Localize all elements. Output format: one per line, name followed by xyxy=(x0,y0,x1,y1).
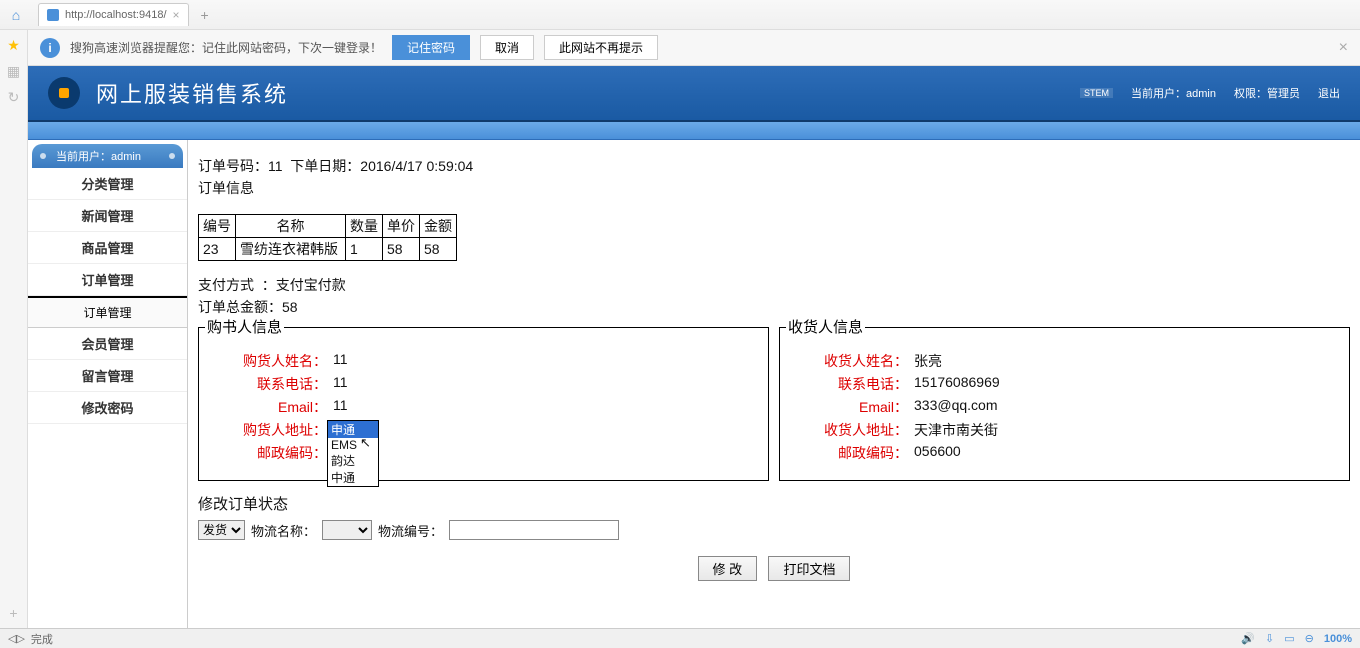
zoom-level: 100% xyxy=(1324,633,1352,645)
app-header: 网上服装销售系统 STEM 当前用户：admin 权限：管理员 退出 xyxy=(28,66,1360,122)
app-title: 网上服装销售系统 xyxy=(96,77,288,109)
col-price: 单价 xyxy=(383,215,420,238)
dropdown-option[interactable]: 中通 xyxy=(328,469,378,486)
col-amount: 金额 xyxy=(420,215,457,238)
browser-tab-bar: ⌂ http://localhost:9418/ × + xyxy=(0,0,1360,30)
remember-password-button[interactable]: 记住密码 xyxy=(392,35,470,60)
order-items-table: 编号 名称 数量 单价 金额 23 雪纺连衣裙韩版 1 58 58 xyxy=(198,214,457,261)
payment-method: 支付方式 ：支付宝付款 xyxy=(198,275,1350,295)
col-name: 名称 xyxy=(236,215,346,238)
never-prompt-button[interactable]: 此网站不再提示 xyxy=(544,35,658,60)
info-icon: i xyxy=(40,38,60,58)
sidebar-item-news[interactable]: 新闻管理 xyxy=(28,200,187,232)
receiver-legend: 收货人信息 xyxy=(786,316,865,337)
sidebar-subitem-order[interactable]: 订单管理 xyxy=(28,296,187,328)
download-icon[interactable]: ⇩ xyxy=(1265,632,1274,645)
page-icon xyxy=(47,9,59,21)
subheader-bar xyxy=(28,122,1360,140)
dropdown-option[interactable]: EMS xyxy=(328,438,378,452)
zoom-out-icon[interactable]: ⊖ xyxy=(1305,632,1314,645)
close-icon[interactable]: × xyxy=(1339,39,1348,57)
role: 权限：管理员 xyxy=(1234,85,1300,101)
sidebar-item-order[interactable]: 订单管理 xyxy=(28,264,187,296)
buyer-legend: 购书人信息 xyxy=(205,316,284,337)
tab-url: http://localhost:9418/ xyxy=(65,9,167,21)
sidebar-item-category[interactable]: 分类管理 xyxy=(28,168,187,200)
logout-link[interactable]: 退出 xyxy=(1318,85,1340,101)
back-forward-icon[interactable]: ◁▷ xyxy=(8,632,25,645)
history-icon[interactable]: ↻ xyxy=(5,88,23,106)
logistics-dropdown-list[interactable]: 申通 EMS 韵达 中通 ↖ xyxy=(327,420,379,487)
col-qty: 数量 xyxy=(346,215,383,238)
browser-tab[interactable]: http://localhost:9418/ × xyxy=(38,3,189,26)
order-total: 订单总金额：58 xyxy=(198,297,1350,317)
password-infobar: i 搜狗高速浏览器提醒您：记住此网站密码，下次一键登录！ 记住密码 取消 此网站… xyxy=(28,30,1360,66)
status-bar: ◁▷ 完成 🔊 ⇩ ▭ ⊖ 100% xyxy=(0,628,1360,648)
print-button[interactable]: 打印文档 xyxy=(768,556,850,581)
modify-button[interactable]: 修 改 xyxy=(698,556,758,581)
dropdown-option[interactable]: 韵达 xyxy=(328,452,378,469)
sidebar-item-password[interactable]: 修改密码 xyxy=(28,392,187,424)
current-user: 当前用户：admin xyxy=(1131,85,1216,101)
extension-icon[interactable]: ▦ xyxy=(5,62,23,80)
cancel-button[interactable]: 取消 xyxy=(480,35,534,60)
new-tab-button[interactable]: + xyxy=(195,7,215,23)
home-icon[interactable]: ⌂ xyxy=(4,3,28,27)
add-icon[interactable]: + xyxy=(5,604,23,622)
dropdown-option[interactable]: 申通 xyxy=(328,421,378,438)
order-number-line: 订单号码：11 下单日期：2016/4/17 0:59:04 xyxy=(198,156,1350,176)
logistics-no-label: 物流编号： xyxy=(378,521,443,540)
table-row: 23 雪纺连衣裙韩版 1 58 58 xyxy=(199,238,457,261)
sidebar-item-message[interactable]: 留言管理 xyxy=(28,360,187,392)
sidebar-item-member[interactable]: 会员管理 xyxy=(28,328,187,360)
modify-status-title: 修改订单状态 xyxy=(198,493,1350,514)
receiver-fieldset: 收货人信息 收货人姓名：张亮 联系电话：15176086969 Email：33… xyxy=(779,327,1350,481)
buyer-fieldset: 购书人信息 购货人姓名：11 联系电话：11 Email：11 购货人地址： 申… xyxy=(198,327,769,481)
infobar-text: 搜狗高速浏览器提醒您：记住此网站密码，下次一键登录！ xyxy=(70,39,382,56)
col-id: 编号 xyxy=(199,215,236,238)
sidebar-item-product[interactable]: 商品管理 xyxy=(28,232,187,264)
status-text: 完成 xyxy=(31,631,53,647)
sound-icon[interactable]: 🔊 xyxy=(1241,632,1255,645)
logistics-no-input[interactable] xyxy=(449,520,619,540)
close-icon[interactable]: × xyxy=(173,8,180,22)
browser-left-rail: ★ ▦ ↻ + xyxy=(0,30,28,628)
sidebar: 当前用户：admin 分类管理 新闻管理 商品管理 订单管理 订单管理 会员管理… xyxy=(28,140,188,628)
ship-status-select[interactable]: 发货 xyxy=(198,520,245,540)
content-area: 订单号码：11 下单日期：2016/4/17 0:59:04 订单信息 编号 名… xyxy=(188,140,1360,628)
logistics-name-select[interactable] xyxy=(322,520,372,540)
order-info-title: 订单信息 xyxy=(198,178,1350,198)
stem-badge: STEM xyxy=(1080,88,1113,98)
sidebar-header: 当前用户：admin xyxy=(32,144,183,168)
buyer-address-cell: 申通 EMS 韵达 中通 ↖ xyxy=(327,420,333,440)
logistics-name-label: 物流名称： xyxy=(251,521,316,540)
app-logo xyxy=(48,77,80,109)
star-icon[interactable]: ★ xyxy=(5,36,23,54)
window-icon[interactable]: ▭ xyxy=(1284,632,1294,645)
